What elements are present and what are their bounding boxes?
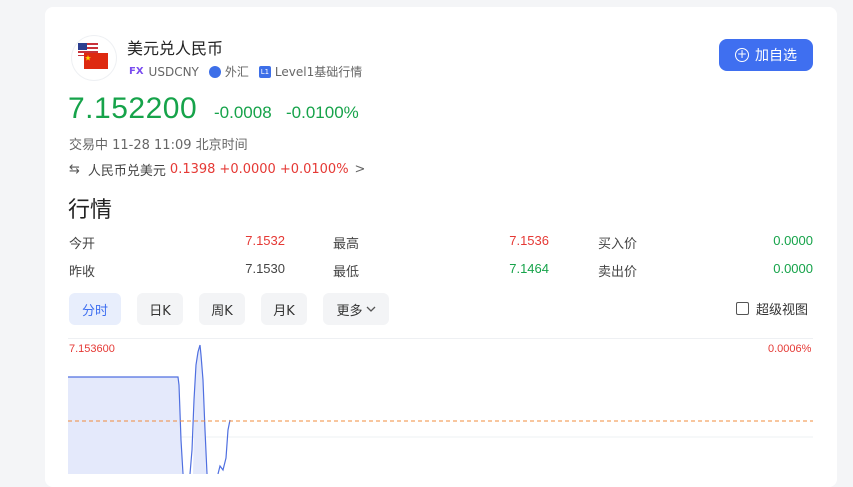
add-watchlist-button[interactable]: + 加自选 bbox=[719, 39, 813, 71]
tab-more-label: 更多 bbox=[336, 303, 363, 319]
inverse-pair-label: 人民币兑美元 bbox=[87, 164, 166, 179]
inverse-change: +0.0000 bbox=[219, 162, 276, 177]
chevron-right-icon: > bbox=[354, 162, 366, 177]
tab-daily-k[interactable]: 日K bbox=[137, 293, 183, 325]
instrument-title: 美元兑人民币 bbox=[127, 39, 224, 58]
expand-view-icon bbox=[736, 302, 749, 315]
market-label: 外汇 bbox=[224, 65, 249, 79]
tab-monthly-k[interactable]: 月K bbox=[261, 293, 307, 325]
current-price: 7.152200 bbox=[68, 92, 198, 125]
high-label: 最高 bbox=[333, 237, 360, 252]
open-label: 今开 bbox=[69, 237, 96, 252]
price-line-recovery bbox=[217, 419, 231, 474]
price-area-fill bbox=[68, 377, 182, 474]
prev-close-value: 7.1530 bbox=[245, 261, 285, 276]
super-view-label: 超级视图 bbox=[756, 303, 809, 318]
inverse-change-percent: +0.0100% bbox=[279, 162, 349, 177]
bid-value: 0.0000 bbox=[773, 233, 813, 248]
low-label: 最低 bbox=[333, 265, 360, 280]
chevron-down-icon bbox=[366, 306, 375, 312]
super-view-button[interactable]: 超级视图 bbox=[736, 299, 808, 318]
intraday-chart[interactable] bbox=[68, 340, 813, 474]
level-label: Level1基础行情 bbox=[274, 65, 363, 79]
swap-icon: ⇆ bbox=[69, 162, 80, 177]
prev-close-label: 昨收 bbox=[69, 265, 96, 280]
ask-value: 0.0000 bbox=[773, 261, 813, 276]
add-watchlist-label: 加自选 bbox=[755, 48, 797, 64]
trading-status: 交易中 11-28 11:09 北京时间 bbox=[69, 138, 248, 153]
price-change-percent: -0.0100% bbox=[286, 103, 359, 122]
high-value: 7.1536 bbox=[509, 233, 549, 248]
tab-intraday[interactable]: 分时 bbox=[69, 293, 121, 325]
fx-badge: FX bbox=[129, 66, 144, 77]
tab-more[interactable]: 更多 bbox=[323, 293, 389, 325]
globe-icon bbox=[208, 65, 221, 78]
level1-icon: L1 bbox=[258, 65, 271, 78]
ask-label: 卖出价 bbox=[598, 265, 638, 280]
market-section-title: 行情 bbox=[68, 198, 113, 223]
open-value: 7.1532 bbox=[245, 233, 285, 248]
tab-weekly-k[interactable]: 周K bbox=[199, 293, 245, 325]
instrument-meta: FX USDCNY 外汇 L1 Level1基础行情 bbox=[129, 63, 372, 80]
currency-pair-flags-icon bbox=[72, 36, 116, 80]
plus-circle-icon: + bbox=[735, 47, 749, 62]
chart-top-border bbox=[68, 338, 813, 339]
instrument-code: USDCNY bbox=[148, 64, 199, 79]
inverse-pair-link[interactable]: ⇆ 人民币兑美元 0.1398 +0.0000 +0.0100% > bbox=[69, 160, 365, 179]
inverse-price: 0.1398 bbox=[169, 162, 216, 177]
bid-label: 买入价 bbox=[598, 237, 638, 252]
low-value: 7.1464 bbox=[509, 261, 549, 276]
price-change: -0.0008 bbox=[214, 103, 272, 122]
